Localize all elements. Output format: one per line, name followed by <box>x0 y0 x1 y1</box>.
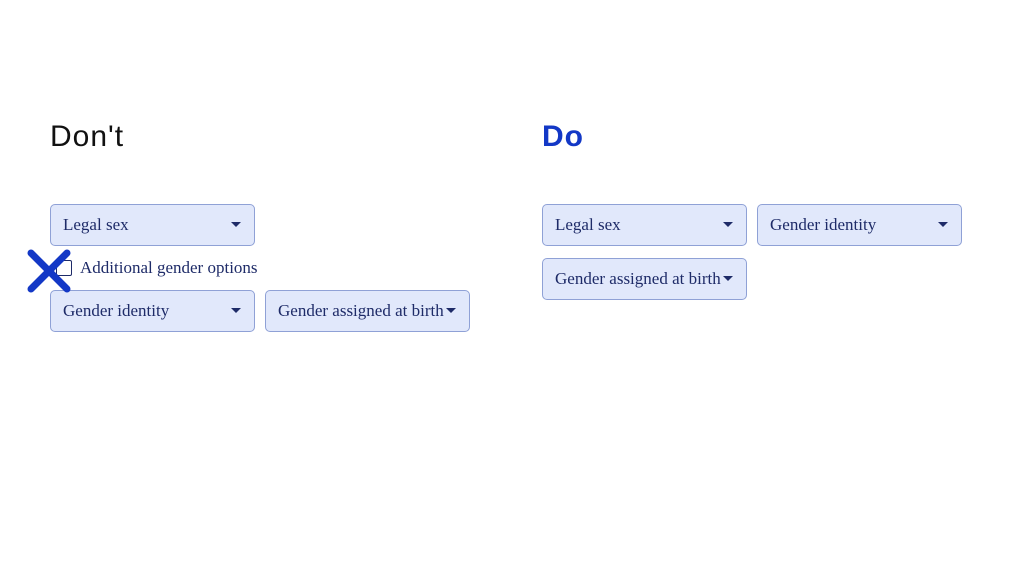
chevron-down-icon <box>230 307 242 315</box>
dont-row-1: Legal sex <box>50 204 482 246</box>
gender-assigned-at-birth-select[interactable]: Gender assigned at birth <box>542 258 747 300</box>
dont-heading: Don't <box>50 120 482 154</box>
do-dont-comparison: Don't Legal sex Additional gender option… <box>0 0 1024 344</box>
select-label: Legal sex <box>63 215 129 235</box>
do-row-2: Gender assigned at birth <box>542 258 974 300</box>
gender-identity-select[interactable]: Gender identity <box>50 290 255 332</box>
chevron-down-icon <box>445 307 457 315</box>
chevron-down-icon <box>722 275 734 283</box>
chevron-down-icon <box>937 221 949 229</box>
select-label: Gender assigned at birth <box>278 301 444 321</box>
additional-gender-options-checkbox-row: Additional gender options <box>56 258 482 278</box>
additional-gender-options-checkbox[interactable] <box>56 260 72 276</box>
do-row-1: Legal sex Gender identity <box>542 204 974 246</box>
legal-sex-select[interactable]: Legal sex <box>542 204 747 246</box>
do-heading: Do <box>542 120 974 154</box>
dont-row-2: Gender identity Gender assigned at birth <box>50 290 482 332</box>
dont-column: Don't Legal sex Additional gender option… <box>50 120 482 344</box>
select-label: Legal sex <box>555 215 621 235</box>
chevron-down-icon <box>230 221 242 229</box>
legal-sex-select[interactable]: Legal sex <box>50 204 255 246</box>
select-label: Gender identity <box>63 301 169 321</box>
select-label: Gender assigned at birth <box>555 269 721 289</box>
chevron-down-icon <box>722 221 734 229</box>
gender-identity-select[interactable]: Gender identity <box>757 204 962 246</box>
checkbox-label: Additional gender options <box>80 258 258 278</box>
gender-assigned-at-birth-select[interactable]: Gender assigned at birth <box>265 290 470 332</box>
do-column: Do Legal sex Gender identity Gender assi… <box>542 120 974 344</box>
select-label: Gender identity <box>770 215 876 235</box>
